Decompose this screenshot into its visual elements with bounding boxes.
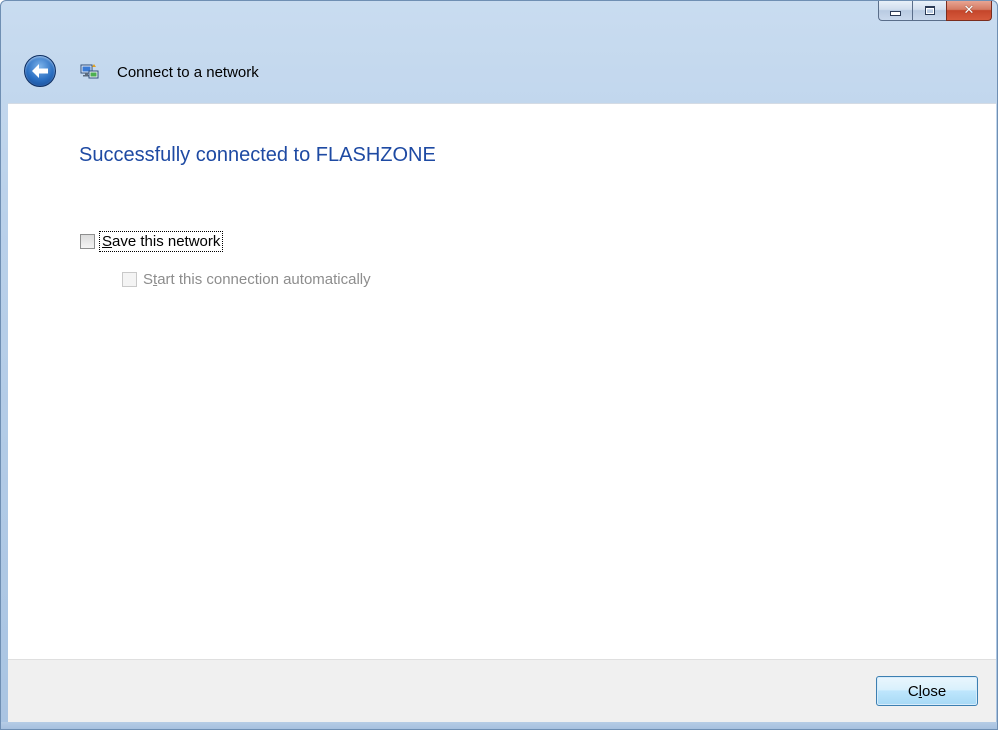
save-network-checkbox[interactable]: [80, 234, 95, 249]
back-button[interactable]: [24, 55, 56, 87]
minimize-button[interactable]: [878, 1, 912, 21]
footer-bar: Cl ose: [8, 659, 996, 723]
maximize-button[interactable]: [912, 1, 946, 21]
minimize-icon: [890, 11, 901, 16]
window-bottom-border: [1, 722, 997, 729]
save-network-label[interactable]: Save this network: [98, 231, 224, 252]
connect-to-network-window: ✕ Connect to a network Successfully conn…: [0, 0, 998, 730]
window-title: Connect to a network: [117, 64, 259, 81]
back-arrow-icon: [32, 64, 48, 78]
auto-connect-checkbox: [122, 272, 137, 287]
close-icon: ✕: [963, 3, 975, 18]
close-window-button[interactable]: ✕: [946, 1, 992, 21]
network-icon: [80, 64, 99, 79]
auto-connect-label: Start this connection automatically: [143, 271, 371, 288]
close-button[interactable]: Cl ose: [876, 676, 978, 706]
save-network-option[interactable]: Save this network: [80, 231, 224, 252]
maximize-icon: [924, 6, 935, 15]
page-heading: Successfully connected to FLASHZONE: [79, 144, 436, 166]
caption-buttons: ✕: [878, 1, 992, 21]
auto-connect-option: Start this connection automatically: [122, 271, 371, 288]
content-pane: Successfully connected to FLASHZONE Save…: [8, 103, 996, 660]
